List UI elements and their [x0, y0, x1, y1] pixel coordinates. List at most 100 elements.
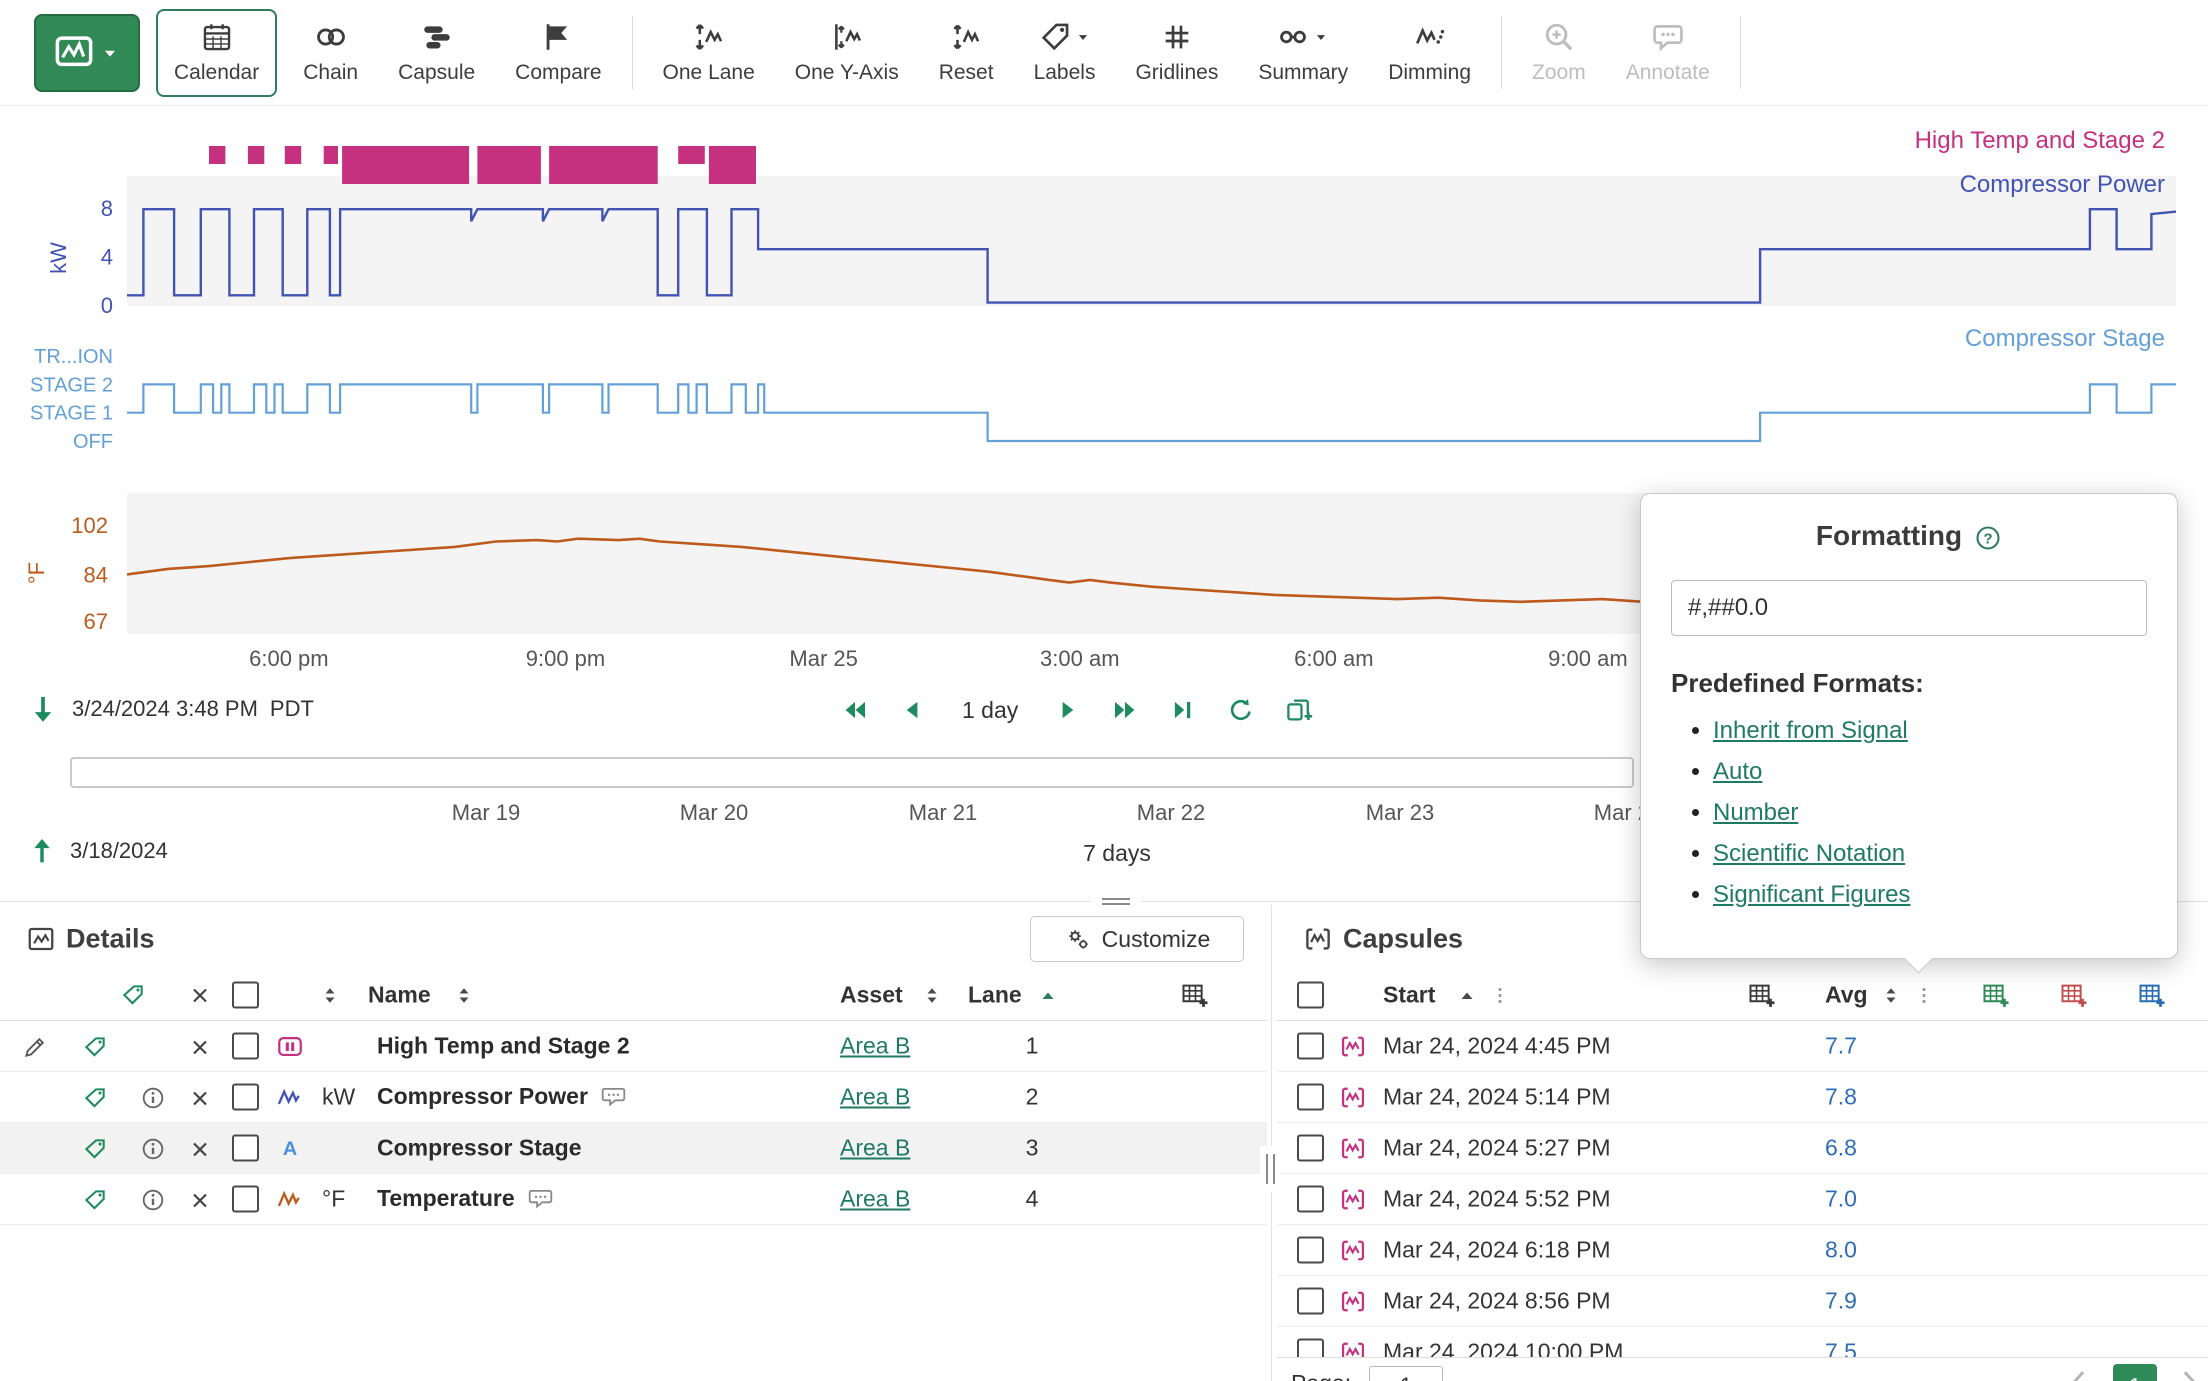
- pencil-icon[interactable]: [22, 1034, 48, 1060]
- row-checkbox[interactable]: [1297, 1288, 1324, 1315]
- help-icon[interactable]: ?: [1974, 524, 2002, 552]
- ffwd-icon[interactable]: [1110, 695, 1140, 725]
- capsule-bar[interactable]: [285, 146, 301, 164]
- sort-both-icon[interactable]: [318, 984, 342, 1008]
- derive-icon[interactable]: [120, 982, 146, 1008]
- next-page-icon[interactable]: [2173, 1366, 2203, 1381]
- capsule-bar[interactable]: [549, 146, 658, 184]
- capsule-bar[interactable]: [709, 146, 756, 184]
- step-fwd-icon[interactable]: [1052, 695, 1082, 725]
- row-checkbox[interactable]: [1297, 1084, 1324, 1111]
- current-page-button[interactable]: 1: [2113, 1364, 2157, 1381]
- column-header-start[interactable]: Start: [1383, 981, 1435, 1008]
- table-add-icon[interactable]: [2059, 980, 2089, 1010]
- info-icon[interactable]: [140, 1136, 166, 1162]
- toolbar-item-dimming[interactable]: Dimming: [1368, 20, 1491, 85]
- toolbar-item-capsule[interactable]: Capsule: [378, 20, 495, 85]
- toolbar-item-one-y-axis[interactable]: One Y-Axis: [775, 20, 919, 85]
- compressor-stage-series[interactable]: [127, 384, 2176, 441]
- toolbar-item-chain[interactable]: Chain: [283, 20, 378, 85]
- select-all-checkbox[interactable]: [232, 981, 259, 1008]
- row-checkbox[interactable]: [1297, 1135, 1324, 1162]
- kebab-icon[interactable]: [1489, 985, 1511, 1007]
- toolbar-item-calendar[interactable]: Calendar: [156, 9, 277, 97]
- page-input[interactable]: [1369, 1366, 1443, 1381]
- format-option-link[interactable]: Inherit from Signal: [1713, 717, 1908, 744]
- derive-icon[interactable]: [82, 1034, 108, 1060]
- row-checkbox[interactable]: [1297, 1186, 1324, 1213]
- row-checkbox[interactable]: [232, 1033, 259, 1060]
- format-option-link[interactable]: Scientific Notation: [1713, 840, 1905, 867]
- column-header-lane[interactable]: Lane: [968, 981, 1022, 1008]
- comment-icon[interactable]: [527, 1186, 554, 1213]
- capsule-bar[interactable]: [209, 146, 225, 164]
- dup-next-icon[interactable]: [1284, 695, 1314, 725]
- row-checkbox[interactable]: [232, 1135, 259, 1162]
- sort-asc-icon[interactable]: [1455, 984, 1479, 1008]
- table-add-icon[interactable]: [1747, 980, 1777, 1010]
- asset-link[interactable]: Area B: [840, 1033, 910, 1060]
- toolbar-item-one-lane[interactable]: One Lane: [643, 20, 775, 85]
- info-icon[interactable]: [140, 1085, 166, 1111]
- toolbar-item-annotate[interactable]: Annotate: [1606, 20, 1730, 85]
- x-icon[interactable]: [188, 1188, 212, 1212]
- refresh-icon[interactable]: [1226, 695, 1256, 725]
- toolbar-item-labels[interactable]: Labels: [1014, 20, 1116, 85]
- toolbar-item-summary[interactable]: Summary: [1238, 20, 1368, 85]
- toolbar-item-compare[interactable]: Compare: [495, 20, 621, 85]
- capsule-bar[interactable]: [342, 146, 469, 184]
- format-option-link[interactable]: Auto: [1713, 758, 1762, 785]
- x-icon[interactable]: [188, 1137, 212, 1161]
- vertical-splitter-handle-icon[interactable]: [1260, 1146, 1280, 1192]
- capsule-bar[interactable]: [477, 146, 541, 184]
- asset-link[interactable]: Area B: [840, 1084, 910, 1111]
- range-selector-bar[interactable]: [70, 757, 1634, 788]
- x-icon[interactable]: [188, 1035, 212, 1059]
- table-add-icon[interactable]: [2137, 980, 2167, 1010]
- kebab-icon[interactable]: [1913, 985, 1935, 1007]
- vertical-splitter[interactable]: [1271, 905, 1272, 1381]
- investigate-range-duration[interactable]: 7 days: [1083, 840, 1151, 867]
- info-icon[interactable]: [140, 1187, 166, 1213]
- sort-both-icon[interactable]: [452, 984, 476, 1008]
- toolbar-item-reset[interactable]: Reset: [919, 20, 1014, 85]
- row-checkbox[interactable]: [232, 1084, 259, 1111]
- toolbar-item-gridlines[interactable]: Gridlines: [1115, 20, 1238, 85]
- select-all-checkbox[interactable]: [1297, 981, 1324, 1008]
- arrow-down-icon[interactable]: [26, 692, 60, 726]
- customize-button[interactable]: Customize: [1030, 916, 1244, 962]
- column-header-asset[interactable]: Asset: [840, 981, 903, 1008]
- sort-both-icon[interactable]: [920, 984, 944, 1008]
- table-add-icon[interactable]: [1981, 980, 2011, 1010]
- view-selector-button[interactable]: [34, 14, 140, 92]
- timezone-label[interactable]: PDT: [270, 696, 314, 722]
- format-input[interactable]: [1671, 580, 2147, 636]
- duration-label[interactable]: 1 day: [962, 697, 1018, 724]
- derive-icon[interactable]: [82, 1187, 108, 1213]
- x-icon[interactable]: [188, 984, 212, 1008]
- arrow-up-icon[interactable]: [26, 835, 58, 867]
- step-back-icon[interactable]: [898, 695, 928, 725]
- capsule-bar[interactable]: [324, 146, 338, 164]
- column-header-name[interactable]: Name: [368, 981, 431, 1008]
- previous-page-icon[interactable]: [2065, 1366, 2095, 1381]
- format-option-link[interactable]: Number: [1713, 799, 1798, 826]
- asset-link[interactable]: Area B: [840, 1135, 910, 1162]
- sort-both-icon[interactable]: [1879, 984, 1903, 1008]
- x-icon[interactable]: [188, 1086, 212, 1110]
- column-header-avg[interactable]: Avg: [1825, 981, 1868, 1008]
- format-option-link[interactable]: Significant Figures: [1713, 881, 1910, 908]
- sort-asc-icon[interactable]: [1036, 984, 1060, 1008]
- table-add-icon[interactable]: [1180, 980, 1210, 1010]
- horizontal-splitter-handle-icon[interactable]: [1091, 893, 1141, 910]
- row-checkbox[interactable]: [1297, 1033, 1324, 1060]
- capsule-bar[interactable]: [248, 146, 264, 164]
- asset-link[interactable]: Area B: [840, 1186, 910, 1213]
- display-range-start-label[interactable]: 3/24/2024 3:48 PM: [72, 696, 258, 722]
- row-checkbox[interactable]: [232, 1186, 259, 1213]
- skip-end-icon[interactable]: [1168, 695, 1198, 725]
- derive-icon[interactable]: [82, 1136, 108, 1162]
- toolbar-item-zoom[interactable]: Zoom: [1512, 20, 1606, 85]
- comment-icon[interactable]: [600, 1084, 627, 1111]
- row-checkbox[interactable]: [1297, 1237, 1324, 1264]
